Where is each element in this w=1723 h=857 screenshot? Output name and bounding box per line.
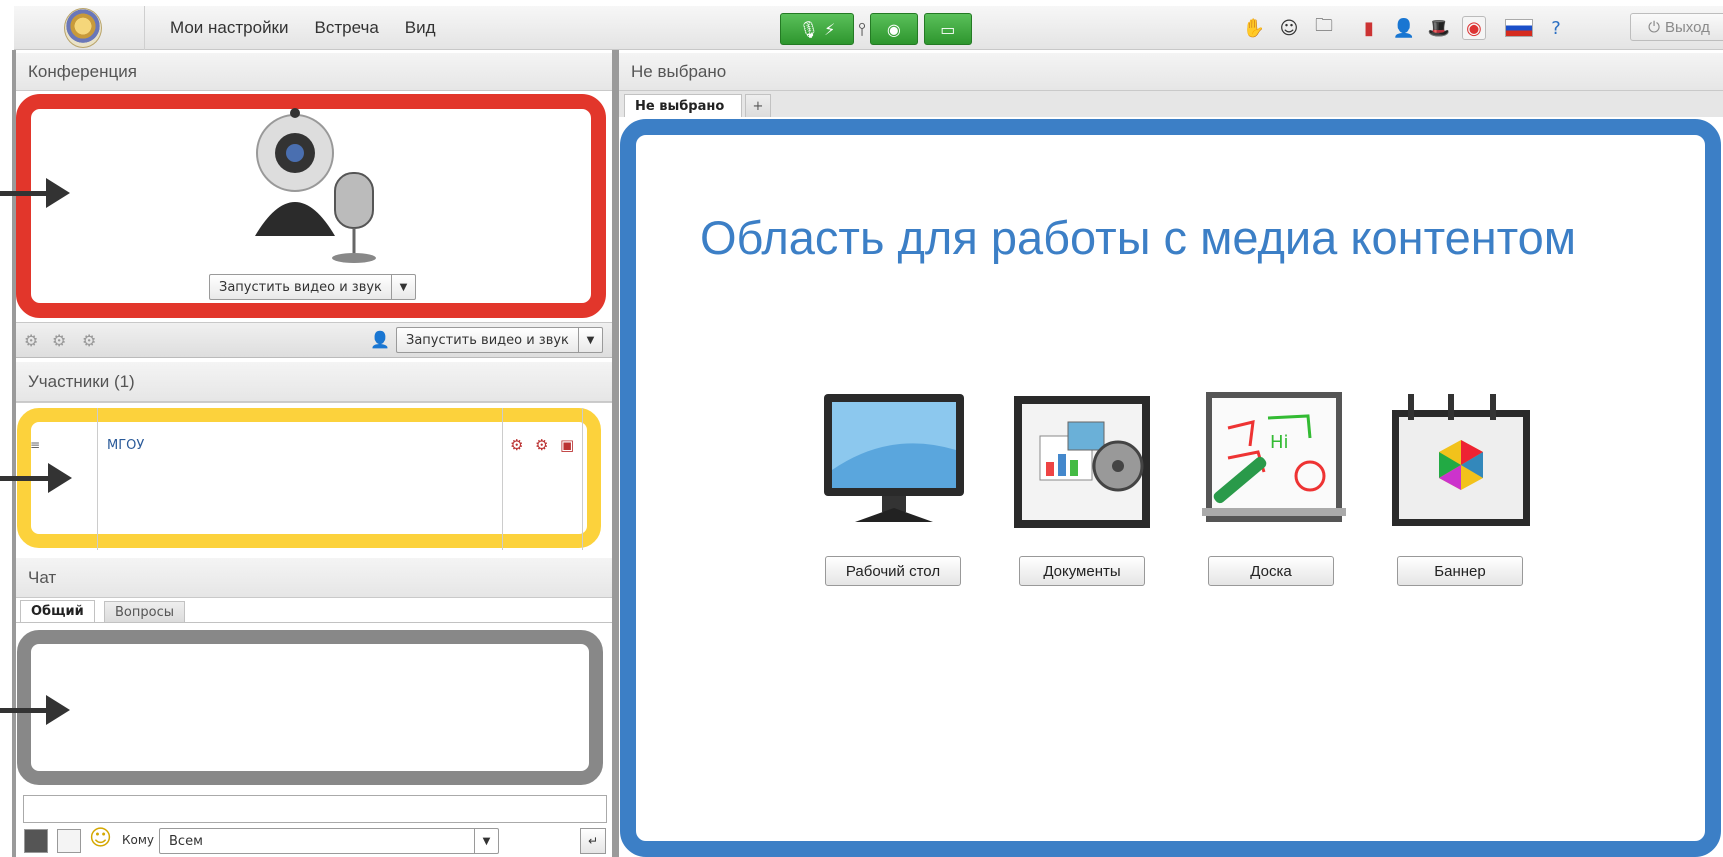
recipient-select[interactable]: Всем ▼: [159, 828, 499, 854]
arrow-to-chat: [0, 695, 70, 725]
recipient-value: Всем: [169, 833, 203, 849]
monitor-icon: ▭: [940, 19, 956, 39]
chat-title: Чат: [28, 567, 57, 587]
main-menu: Мои настройки Встреча Вид: [170, 18, 436, 38]
sound-icon: ⚡: [824, 19, 836, 39]
divider: [144, 6, 145, 50]
moderator-icon[interactable]: 🎩: [1427, 16, 1451, 40]
top-toolbar: Мои настройки Встреча Вид 🎙 ⚡ ⫯ ◉ ▭ ✋ ☺ …: [14, 6, 1723, 50]
font-color-icon[interactable]: [24, 829, 48, 853]
conference-header: Конференция: [16, 53, 612, 91]
mute-user-icon[interactable]: ⚙: [510, 436, 523, 454]
workspace-title: Не выбрано: [631, 61, 727, 81]
microphone-icon: 🎙: [798, 19, 819, 39]
user-settings-icon[interactable]: ⚙: [24, 331, 38, 350]
whiteboard-button[interactable]: Доска: [1208, 556, 1334, 586]
column-divider: [502, 408, 503, 550]
tab-chat-questions[interactable]: Вопросы: [104, 601, 185, 622]
add-tab-button[interactable]: +: [745, 94, 771, 117]
menu-item-view[interactable]: Вид: [405, 18, 436, 38]
chat-messages-area: [17, 630, 603, 785]
banner-button-label: Баннер: [1434, 562, 1486, 580]
drag-handle-icon[interactable]: ≡: [30, 438, 40, 452]
documents-button-label: Документы: [1043, 562, 1121, 580]
emoticon-icon[interactable]: ☺: [1277, 16, 1301, 40]
user-icon: 👤: [370, 330, 390, 349]
table-row[interactable]: ≡ МГОУ ⚙ ⚙ ▣: [30, 436, 602, 460]
participant-name: МГОУ: [107, 438, 145, 453]
tab-label: Не выбрано: [635, 98, 725, 114]
participants-frame: [17, 408, 601, 548]
menu-item-meeting[interactable]: Встреча: [315, 18, 379, 38]
to-label: Кому: [122, 833, 155, 847]
user-mic-settings-icon[interactable]: ⚙: [52, 331, 66, 350]
divider: [16, 622, 612, 623]
background-color-icon[interactable]: [57, 829, 81, 853]
documents-button[interactable]: Документы: [1019, 556, 1145, 586]
media-area-heading: Область для работы с медиа контентом: [700, 211, 1577, 264]
arrow-to-participants: [0, 463, 72, 493]
send-icon[interactable]: ↵: [580, 828, 606, 854]
whiteboard-icon[interactable]: Hi: [1198, 388, 1346, 533]
microphone-toggle-button[interactable]: 🎙 ⚡: [780, 13, 854, 45]
splitter[interactable]: [612, 50, 619, 857]
camera-icon: ◉: [886, 19, 901, 39]
antenna-icon: ⫯: [858, 18, 866, 40]
chevron-down-icon[interactable]: ▼: [577, 328, 602, 352]
record-icon[interactable]: ◉: [1462, 16, 1486, 40]
participants-header: Участники (1): [16, 362, 612, 402]
chevron-down-icon[interactable]: ▼: [390, 275, 415, 299]
tab-chat-general[interactable]: Общий: [20, 600, 95, 622]
svg-text:Hi: Hi: [1270, 432, 1289, 453]
plus-icon: +: [752, 98, 764, 114]
tab-label: Вопросы: [115, 604, 174, 620]
help-icon[interactable]: ?: [1544, 16, 1568, 40]
exit-label: Выход: [1664, 18, 1710, 36]
arrow-to-conference: [0, 178, 70, 208]
chat-message-input[interactable]: [23, 795, 607, 823]
university-logo: [64, 8, 102, 48]
add-user-icon[interactable]: 👤: [1392, 16, 1416, 40]
emoticon-icon[interactable]: ☺: [89, 826, 112, 851]
tab-not-selected[interactable]: Не выбрано: [624, 94, 742, 117]
desktop-button[interactable]: Рабочий стол: [825, 556, 961, 586]
disable-screen-icon[interactable]: ▣: [560, 436, 574, 454]
poll-chart-icon[interactable]: ▮: [1357, 16, 1381, 40]
disable-mic-icon[interactable]: ⚙: [535, 436, 548, 454]
chevron-down-icon[interactable]: ▼: [474, 829, 498, 853]
screen-share-button[interactable]: ▭: [923, 13, 972, 45]
banner-button[interactable]: Баннер: [1397, 556, 1523, 586]
workspace-tabbar: [619, 91, 1723, 117]
tool-icons: ✋ ☺ 🗀 ▮ 👤 🎩 ◉ ?: [1242, 15, 1568, 40]
whiteboard-button-label: Доска: [1250, 562, 1292, 580]
folder-icon[interactable]: 🗀: [1312, 15, 1336, 40]
conference-title: Конференция: [28, 61, 137, 81]
group-settings-icon[interactable]: ⚙: [82, 331, 96, 350]
start-video-audio-label: Запустить видео и звук: [219, 279, 382, 295]
conference-toolbar: ⚙ ⚙ ⚙ 👤 Запустить видео и звук ▼: [16, 322, 612, 358]
banner-icon[interactable]: [1386, 388, 1534, 533]
desktop-button-label: Рабочий стол: [845, 562, 941, 580]
desktop-icon[interactable]: [820, 390, 968, 535]
start-video-audio-toolbar-button[interactable]: Запустить видео и звук ▼: [396, 327, 603, 353]
camera-toggle-button[interactable]: ◉: [869, 13, 918, 45]
chat-header: Чат: [16, 558, 612, 598]
start-video-audio-button[interactable]: Запустить видео и звук ▼: [209, 274, 416, 300]
tab-label: Общий: [31, 604, 84, 619]
start-video-audio-toolbar-label: Запустить видео и звук: [406, 332, 569, 348]
raise-hand-icon[interactable]: ✋: [1242, 16, 1266, 40]
webcam-microphone-icon: [255, 108, 376, 263]
documents-icon[interactable]: [1010, 390, 1158, 535]
workspace-header: Не выбрано: [619, 53, 1723, 91]
participants-title: Участники (1): [28, 371, 135, 391]
media-controls: 🎙 ⚡ ⫯ ◉ ▭: [780, 13, 972, 45]
column-divider: [97, 408, 98, 550]
power-icon: ⏻: [1648, 18, 1660, 36]
column-divider: [582, 408, 583, 550]
exit-button[interactable]: ⏻ Выход: [1630, 13, 1723, 41]
language-flag-icon[interactable]: [1505, 19, 1533, 37]
menu-item-settings[interactable]: Мои настройки: [170, 18, 289, 38]
